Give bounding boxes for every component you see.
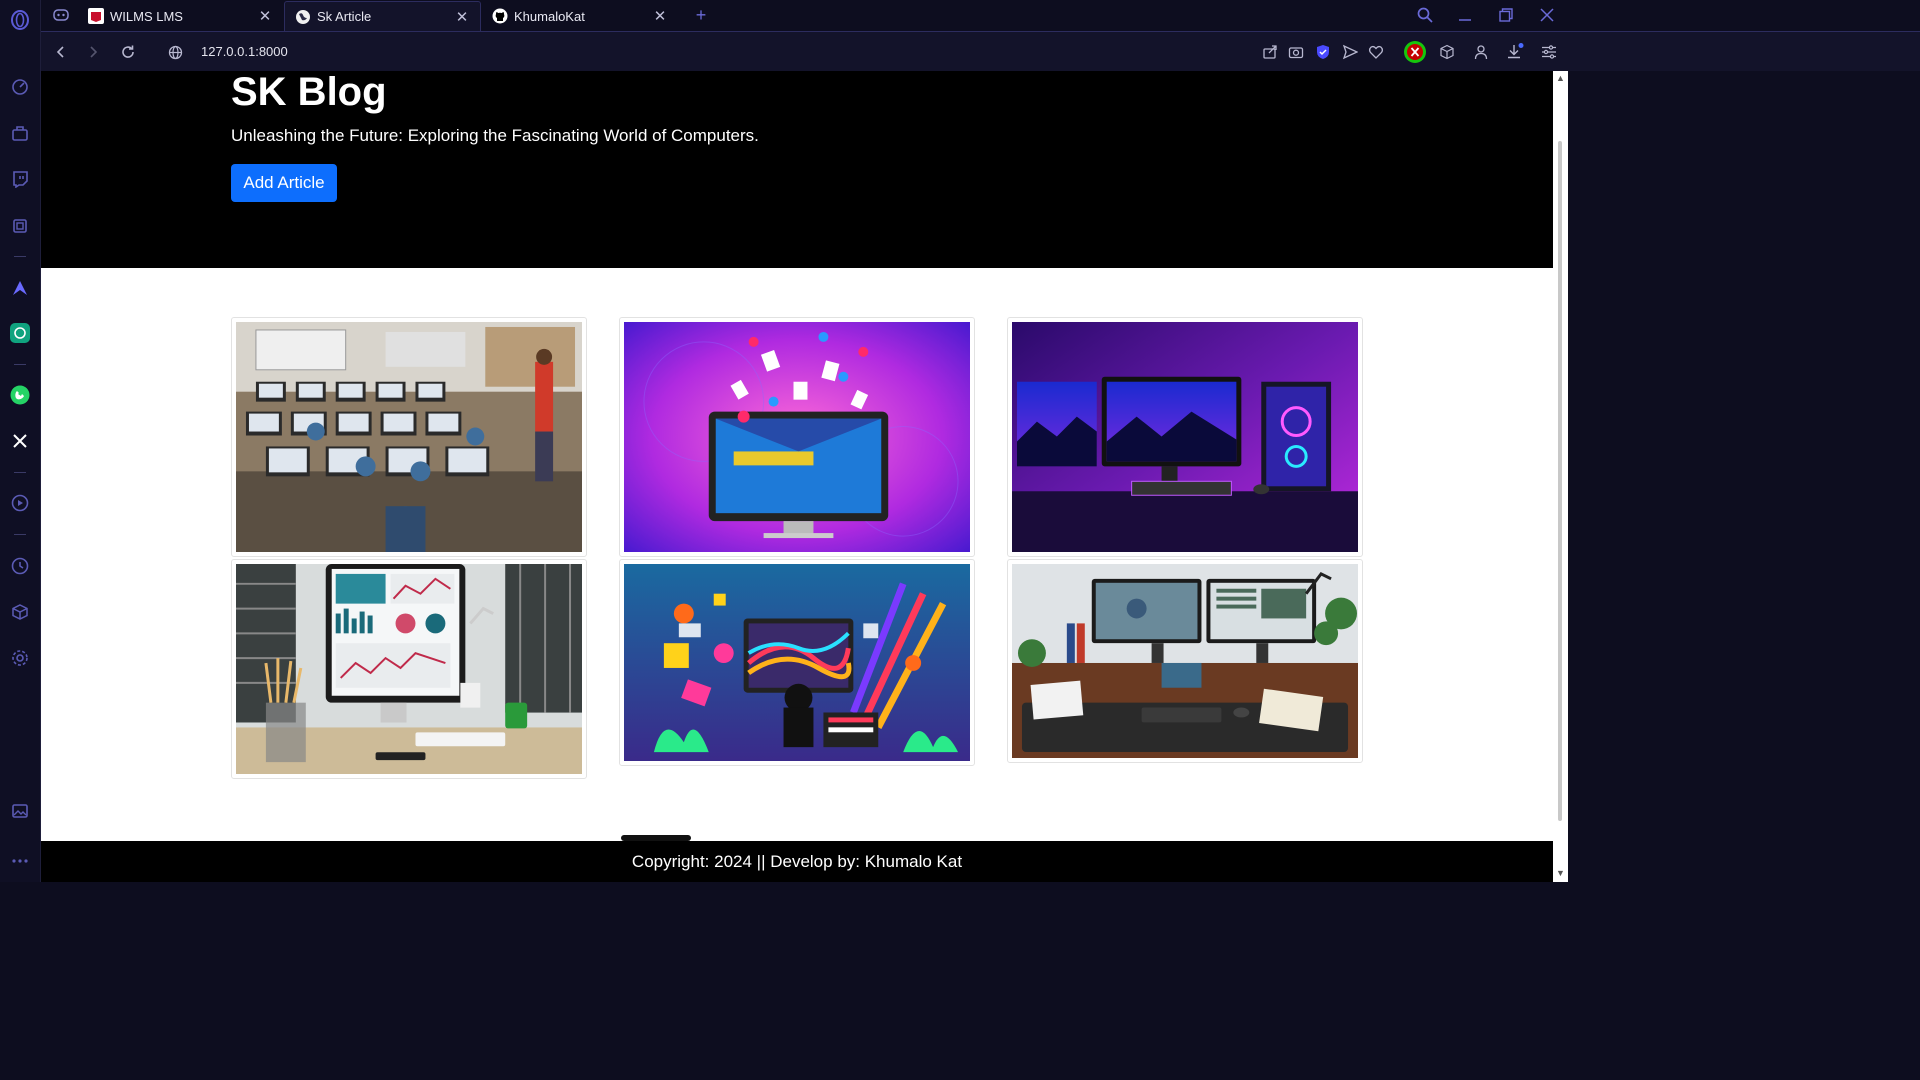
speed-dial-icon[interactable] xyxy=(10,77,30,97)
wilms-favicon-icon xyxy=(88,8,104,24)
close-tab-icon[interactable]: ✕ xyxy=(257,7,273,25)
page-viewport: SK Blog Unleashing the Future: Exploring… xyxy=(41,71,1553,882)
ai-chip-icon[interactable] xyxy=(10,216,30,236)
aria-icon[interactable] xyxy=(10,278,30,298)
workspaces-icon[interactable] xyxy=(51,5,71,25)
more-icon[interactable] xyxy=(10,851,30,871)
twitch-icon[interactable] xyxy=(10,169,30,189)
digital-monitor-illustration[interactable] xyxy=(624,322,970,552)
profile-avatar-icon[interactable] xyxy=(1403,40,1427,64)
search-tabs-icon[interactable] xyxy=(1415,5,1435,25)
sidebar-separator xyxy=(14,534,26,535)
vpn-shield-icon[interactable] xyxy=(1313,42,1333,62)
tab-title: WILMS LMS xyxy=(110,8,183,24)
extensions-cube-icon[interactable] xyxy=(1437,42,1457,62)
article-card[interactable] xyxy=(619,317,975,557)
bag-icon[interactable] xyxy=(10,123,30,143)
cube-icon[interactable] xyxy=(10,602,30,622)
github-favicon-icon xyxy=(492,8,508,24)
x-icon[interactable] xyxy=(10,431,30,451)
player-icon[interactable] xyxy=(10,493,30,513)
address-input[interactable]: 127.0.0.1:8000 xyxy=(201,44,288,59)
share-icon[interactable] xyxy=(1260,42,1280,62)
article-card[interactable] xyxy=(231,317,587,557)
article-card[interactable] xyxy=(619,559,975,766)
close-tab-icon[interactable]: ✕ xyxy=(652,7,668,25)
home-office-desk-photo[interactable] xyxy=(1012,564,1358,758)
classroom-computers-photo[interactable] xyxy=(236,322,582,552)
page-subtitle: Unleashing the Future: Exploring the Fas… xyxy=(231,126,759,145)
downloads-icon[interactable] xyxy=(1505,42,1525,62)
whatsapp-icon[interactable] xyxy=(10,385,30,405)
settings-icon[interactable] xyxy=(10,648,30,668)
back-icon[interactable] xyxy=(51,42,71,62)
reload-icon[interactable] xyxy=(118,42,138,62)
chatgpt-icon[interactable] xyxy=(10,323,30,343)
footer-text: Copyright: 2024 || Develop by: Khumalo K… xyxy=(631,851,963,871)
add-article-button[interactable]: Add Article xyxy=(231,164,337,202)
close-window-icon[interactable] xyxy=(1537,5,1557,25)
article-card[interactable] xyxy=(1007,317,1363,557)
footer: Copyright: 2024 || Develop by: Khumalo K… xyxy=(41,841,1553,882)
article-card[interactable] xyxy=(231,559,587,779)
sidebar-separator xyxy=(14,364,26,365)
send-icon[interactable] xyxy=(1340,42,1360,62)
hero-section: SK Blog Unleashing the Future: Exploring… xyxy=(41,71,1553,268)
page-title: SK Blog xyxy=(231,71,387,114)
new-tab-button[interactable]: + xyxy=(691,5,711,25)
address-toolbar: 127.0.0.1:8000 xyxy=(41,31,1920,71)
gallery-icon[interactable] xyxy=(10,801,30,821)
browser-sidebar xyxy=(0,0,41,882)
minimize-icon[interactable] xyxy=(1455,5,1475,25)
tab-strip: WILMS LMS ✕ Sk Article ✕ KhumaloKat ✕ + xyxy=(41,0,1920,31)
page-scrollbar[interactable]: ▲ ▼ xyxy=(1553,71,1568,882)
tab-title: Sk Article xyxy=(317,9,372,24)
globe-favicon-icon xyxy=(296,9,310,24)
heart-icon[interactable] xyxy=(1366,42,1386,62)
restore-icon[interactable] xyxy=(1496,5,1516,25)
snapshot-icon[interactable] xyxy=(1286,42,1306,62)
opera-logo-icon[interactable] xyxy=(10,10,30,30)
analytics-desktop-photo[interactable] xyxy=(236,564,582,774)
account-icon[interactable] xyxy=(1471,42,1491,62)
scroll-thumb[interactable] xyxy=(1558,141,1562,821)
sidebar-separator xyxy=(14,256,26,257)
site-info-icon[interactable] xyxy=(165,42,185,62)
scroll-up-icon[interactable]: ▲ xyxy=(1556,73,1565,83)
tab-wilms-lms[interactable]: WILMS LMS ✕ xyxy=(78,1,283,31)
purple-gaming-setup-photo[interactable] xyxy=(1012,322,1358,552)
article-card[interactable] xyxy=(1007,559,1363,763)
tab-sk-article[interactable]: Sk Article ✕ xyxy=(284,1,481,31)
close-tab-icon[interactable]: ✕ xyxy=(454,8,470,26)
colorful-creative-desk-illustration[interactable] xyxy=(624,564,970,761)
scroll-down-icon[interactable]: ▼ xyxy=(1556,868,1565,878)
sidebar-separator xyxy=(14,472,26,473)
tab-khumalokat[interactable]: KhumaloKat ✕ xyxy=(482,1,678,31)
easy-setup-icon[interactable] xyxy=(1539,42,1559,62)
tab-title: KhumaloKat xyxy=(514,8,585,24)
history-icon[interactable] xyxy=(10,556,30,576)
forward-icon[interactable] xyxy=(83,42,103,62)
